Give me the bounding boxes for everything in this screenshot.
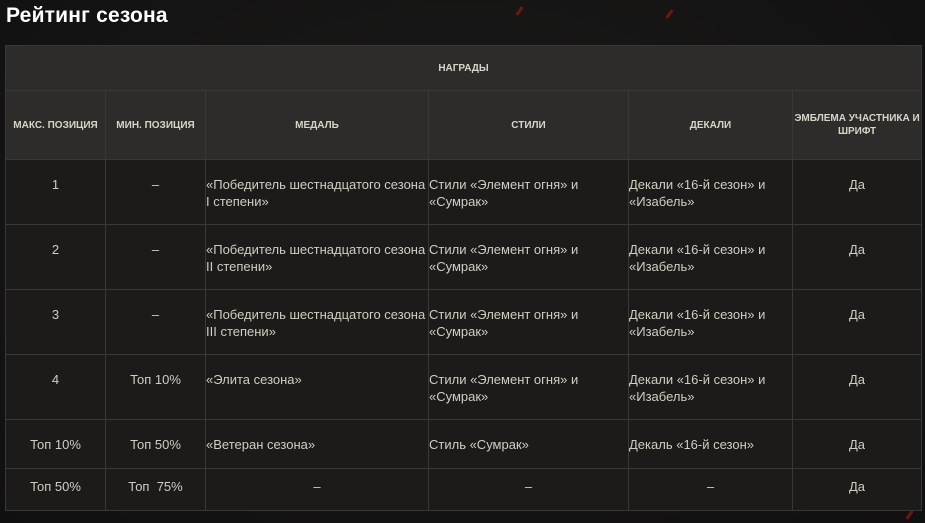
table-row: 1 – «Победитель шестнадцатого сезона I с… [5,159,923,225]
column-header-min-position: Мин. позиция [105,90,206,160]
column-header-medal: Медаль [205,90,429,160]
cell-emblem-font: Да [791,354,923,420]
ember-particle [665,9,674,19]
cell-medal: «Ветеран сезона» [205,419,429,469]
cell-max-position: Топ 50% [5,468,106,511]
cell-decals: Декали «16-й сезон» и «Изабель» [628,354,793,420]
rewards-group-header: Награды [4,45,923,91]
table-row: 4 Топ 10% «Элита сезона» Стили «Элемент … [5,354,923,420]
cell-max-position: 3 [5,289,106,355]
cell-emblem-font: Да [791,468,923,511]
cell-decals: Декаль «16-й сезон» [628,419,793,469]
table-row: 3 – «Победитель шестнадцатого сезона III… [5,289,923,355]
cell-styles: Стиль «Сумрак» [428,419,629,469]
column-header-max-position: Макс. позиция [5,90,106,160]
cell-max-position: 1 [5,159,106,225]
cell-medal: «Победитель шестнадцатого сезона III сте… [205,289,429,355]
cell-styles: Стили «Элемент огня» и «Сумрак» [428,354,629,420]
column-header-emblem-font: Эмблема участника и шрифт [791,90,923,160]
cell-medal: – [205,468,429,511]
cell-max-position: 2 [5,224,106,290]
cell-min-position: – [105,289,206,355]
ember-particle [515,6,524,16]
cell-min-position: – [105,224,206,290]
cell-min-position: Топ 50% [105,419,206,469]
cell-emblem-font: Да [791,419,923,469]
page-title: Рейтинг сезона [6,4,168,27]
table-row: Топ 10% Топ 50% «Ветеран сезона» Стиль «… [5,419,923,469]
cell-min-position: Топ 10% [105,354,206,420]
table-header-row: Макс. позиция Мин. позиция Медаль Стили … [5,90,923,160]
season-rating-page: Рейтинг сезона Награды Макс. позиция Мин… [0,0,925,523]
table-row: 2 – «Победитель шестнадцатого сезона II … [5,224,923,290]
column-header-styles: Стили [428,90,629,160]
cell-max-position: 4 [5,354,106,420]
cell-styles: Стили «Элемент огня» и «Сумрак» [428,289,629,355]
table-row: Топ 50% Топ 75% – – – Да [5,468,923,511]
cell-emblem-font: Да [791,224,923,290]
cell-emblem-font: Да [791,159,923,225]
cell-emblem-font: Да [791,289,923,355]
cell-max-position: Топ 10% [5,419,106,469]
cell-min-position: – [105,159,206,225]
cell-styles: – [428,468,629,511]
cell-decals: Декали «16-й сезон» и «Изабель» [628,224,793,290]
cell-styles: Стили «Элемент огня» и «Сумрак» [428,159,629,225]
cell-medal: «Элита сезона» [205,354,429,420]
cell-medal: «Победитель шестнадцатого сезона II степ… [205,224,429,290]
cell-medal: «Победитель шестнадцатого сезона I степе… [205,159,429,225]
table-group-header-row: Награды [4,45,923,91]
cell-min-position: Топ 75% [105,468,206,511]
ember-particle [905,510,914,520]
cell-decals: – [628,468,793,511]
cell-decals: Декали «16-й сезон» и «Изабель» [628,289,793,355]
season-rewards-table: Награды Макс. позиция Мин. позиция Медал… [4,45,923,511]
cell-styles: Стили «Элемент огня» и «Сумрак» [428,224,629,290]
cell-decals: Декали «16-й сезон» и «Изабель» [628,159,793,225]
column-header-decals: Декали [628,90,793,160]
